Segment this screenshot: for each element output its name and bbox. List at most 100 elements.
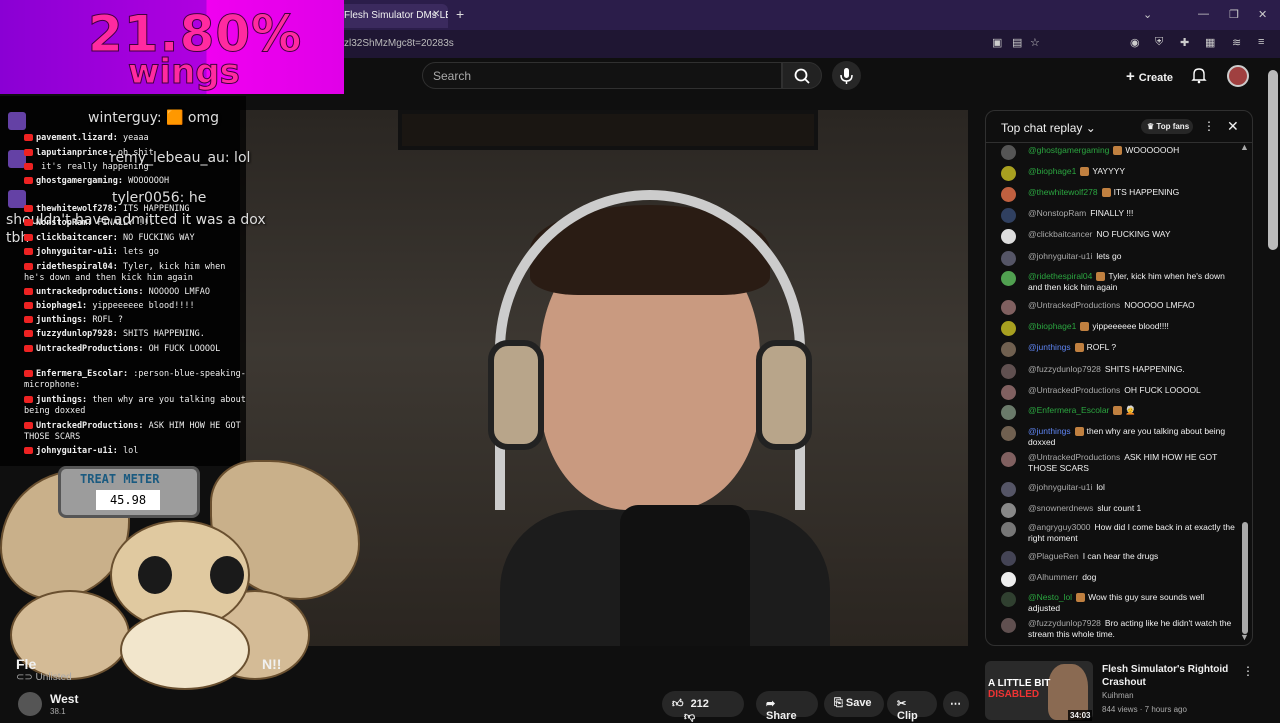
chat-message[interactable]: @biophage1 YAYYYY bbox=[1001, 166, 1237, 181]
restore-icon[interactable]: ❐ bbox=[1229, 8, 1239, 21]
chat-message[interactable]: @UntrackedProductions OH FUCK LOOOOL bbox=[1001, 385, 1237, 400]
chat-author[interactable]: @UntrackedProductions bbox=[1028, 385, 1120, 395]
chat-author-avatar[interactable] bbox=[1001, 364, 1016, 379]
chat-author-avatar[interactable] bbox=[1001, 385, 1016, 400]
chat-author[interactable]: @biophage1 bbox=[1028, 321, 1076, 331]
chat-message[interactable]: @NonstopRam FINALLY !!! bbox=[1001, 208, 1237, 223]
top-fans-button[interactable]: ♛ Top fans bbox=[1141, 119, 1193, 134]
minimize-icon[interactable]: — bbox=[1198, 8, 1209, 20]
share-button[interactable]: ➦ Share bbox=[756, 691, 818, 722]
chat-message[interactable]: @Alhummerr dog bbox=[1001, 572, 1237, 587]
search-button[interactable] bbox=[782, 62, 822, 89]
chat-author-avatar[interactable] bbox=[1001, 482, 1016, 497]
chat-more-icon[interactable]: ⋮ bbox=[1203, 119, 1215, 133]
chat-author-avatar[interactable] bbox=[1001, 503, 1016, 518]
chat-message[interactable]: @ridethespiral04 Tyler, kick him when he'… bbox=[1001, 271, 1237, 292]
more-vertical-icon[interactable]: ⋮ bbox=[1242, 664, 1254, 678]
clip-button[interactable]: ✂ Clip bbox=[887, 691, 937, 722]
chat-author[interactable]: @johnyguitar-u1i bbox=[1028, 251, 1092, 261]
chat-message[interactable]: @thewhitewolf278 ITS HAPPENING bbox=[1001, 187, 1237, 202]
chat-message[interactable]: @Nesto_lol Wow this guy sure sounds well … bbox=[1001, 592, 1237, 613]
notifications-button[interactable] bbox=[1190, 66, 1208, 89]
chat-author[interactable]: @Alhummerr bbox=[1028, 572, 1078, 582]
chat-message[interactable]: @junthings ROFL ? bbox=[1001, 342, 1237, 357]
tab-close-icon[interactable]: ✕ bbox=[432, 9, 440, 20]
chat-message[interactable]: @johnyguitar-u1i lets go bbox=[1001, 251, 1237, 266]
recommended-channel[interactable]: Kuihman bbox=[1102, 691, 1134, 700]
chat-author-avatar[interactable] bbox=[1001, 618, 1016, 633]
chat-message[interactable]: @angryguy3000 How did I come back in at e… bbox=[1001, 522, 1237, 543]
chat-author[interactable]: @clickbaitcancer bbox=[1028, 229, 1092, 239]
tab-list-chevron-icon[interactable]: ⌄ bbox=[1143, 8, 1152, 21]
chat-author[interactable]: @thewhitewolf278 bbox=[1028, 187, 1098, 197]
page-scrollbar[interactable] bbox=[1268, 70, 1278, 250]
like-dislike-button[interactable]: 👍︎ 212 👎︎ bbox=[662, 691, 744, 723]
chat-author-avatar[interactable] bbox=[1001, 321, 1016, 336]
chat-message[interactable]: @clickbaitcancer NO FUCKING WAY bbox=[1001, 229, 1237, 244]
search-input[interactable] bbox=[422, 62, 782, 89]
chat-author[interactable]: @ridethespiral04 bbox=[1028, 271, 1092, 281]
chat-message[interactable]: @snownerdnews slur count 1 bbox=[1001, 503, 1237, 518]
shield-icon[interactable]: ⛨ bbox=[1155, 36, 1163, 49]
scroll-up-icon[interactable]: ▲ bbox=[1240, 142, 1249, 152]
chat-author-avatar[interactable] bbox=[1001, 166, 1016, 181]
bookmark-star-icon[interactable]: ☆ bbox=[1030, 36, 1040, 49]
account-icon[interactable]: ◉ bbox=[1130, 36, 1140, 49]
chat-author[interactable]: @NonstopRam bbox=[1028, 208, 1086, 218]
recommended-title[interactable]: Flesh Simulator's Rightoid Crashout bbox=[1102, 663, 1232, 689]
chat-author[interactable]: @johnyguitar-u1i bbox=[1028, 482, 1092, 492]
chat-author[interactable]: @fuzzydunlop7928 bbox=[1028, 618, 1101, 628]
chat-author[interactable]: @angryguy3000 bbox=[1028, 522, 1091, 532]
reader-icon[interactable]: ▤ bbox=[1012, 36, 1022, 49]
chat-close-icon[interactable]: ✕ bbox=[1227, 118, 1239, 135]
chat-author-avatar[interactable] bbox=[1001, 426, 1016, 441]
more-actions-button[interactable]: ⋯ bbox=[943, 691, 969, 717]
extensions-icon[interactable]: ✚ bbox=[1180, 36, 1189, 49]
chat-author[interactable]: @Nesto_lol bbox=[1028, 592, 1072, 602]
channel-name[interactable]: West bbox=[50, 692, 78, 706]
chat-author-avatar[interactable] bbox=[1001, 342, 1016, 357]
chat-author-avatar[interactable] bbox=[1001, 271, 1016, 286]
sidebar-icon[interactable]: ▦ bbox=[1205, 36, 1215, 49]
chat-author-avatar[interactable] bbox=[1001, 208, 1016, 223]
chat-author[interactable]: @PlagueRen bbox=[1028, 551, 1079, 561]
new-tab-icon[interactable]: + bbox=[456, 6, 464, 22]
chat-author-avatar[interactable] bbox=[1001, 452, 1016, 467]
chat-scrollbar-thumb[interactable] bbox=[1242, 522, 1248, 634]
chat-author[interactable]: @junthings bbox=[1028, 426, 1071, 436]
avatar[interactable] bbox=[1227, 65, 1249, 87]
chat-author-avatar[interactable] bbox=[1001, 522, 1016, 537]
chat-author-avatar[interactable] bbox=[1001, 187, 1016, 202]
create-button[interactable]: + Create bbox=[1118, 62, 1178, 88]
chat-mode-dropdown[interactable]: Top chat replay ⌄ bbox=[1001, 121, 1096, 135]
url-field[interactable]: zl32ShMzMgc8t=20283s bbox=[344, 38, 454, 49]
chat-author[interactable]: @UntrackedProductions bbox=[1028, 452, 1120, 462]
chat-message[interactable]: @UntrackedProductions ASK HIM HOW HE GOT … bbox=[1001, 452, 1237, 473]
chat-author-avatar[interactable] bbox=[1001, 145, 1016, 160]
chat-message[interactable]: @Enfermera_Escolar 🧑‍🦳 bbox=[1001, 405, 1237, 420]
thumbs-down-icon[interactable]: 👎︎ bbox=[684, 711, 695, 723]
chat-author-avatar[interactable] bbox=[1001, 229, 1016, 244]
voice-search-button[interactable] bbox=[832, 61, 861, 90]
chat-author-avatar[interactable] bbox=[1001, 592, 1016, 607]
chat-message[interactable]: @UntrackedProductions NOOOOO LMFAO bbox=[1001, 300, 1237, 315]
chat-message[interactable]: @johnyguitar-u1i lol bbox=[1001, 482, 1237, 497]
chat-author-avatar[interactable] bbox=[1001, 300, 1016, 315]
chat-message[interactable]: @fuzzydunlop7928 SHITS HAPPENING. bbox=[1001, 364, 1237, 379]
chat-author-avatar[interactable] bbox=[1001, 251, 1016, 266]
chat-author[interactable]: @biophage1 bbox=[1028, 166, 1076, 176]
chat-message[interactable]: @ghostgamergaming WOOOOOOH bbox=[1001, 145, 1237, 160]
browser-menu-icon[interactable]: ≡ bbox=[1258, 36, 1264, 48]
chat-author[interactable]: @Enfermera_Escolar bbox=[1028, 405, 1109, 415]
chat-message[interactable]: @biophage1 yippeeeeee blood!!!! bbox=[1001, 321, 1237, 336]
chat-message[interactable]: @junthings then why are you talking about… bbox=[1001, 426, 1237, 447]
chat-author[interactable]: @snownerdnews bbox=[1028, 503, 1093, 513]
chat-author[interactable]: @ghostgamergaming bbox=[1028, 145, 1109, 155]
chat-author[interactable]: @junthings bbox=[1028, 342, 1071, 352]
chat-author-avatar[interactable] bbox=[1001, 405, 1016, 420]
wifi-icon[interactable]: ≋ bbox=[1232, 36, 1241, 49]
chat-author[interactable]: @UntrackedProductions bbox=[1028, 300, 1120, 310]
chat-message[interactable]: @PlagueRen I can hear the drugs bbox=[1001, 551, 1237, 566]
window-close-icon[interactable]: ✕ bbox=[1258, 8, 1267, 21]
channel-avatar[interactable] bbox=[18, 692, 42, 716]
